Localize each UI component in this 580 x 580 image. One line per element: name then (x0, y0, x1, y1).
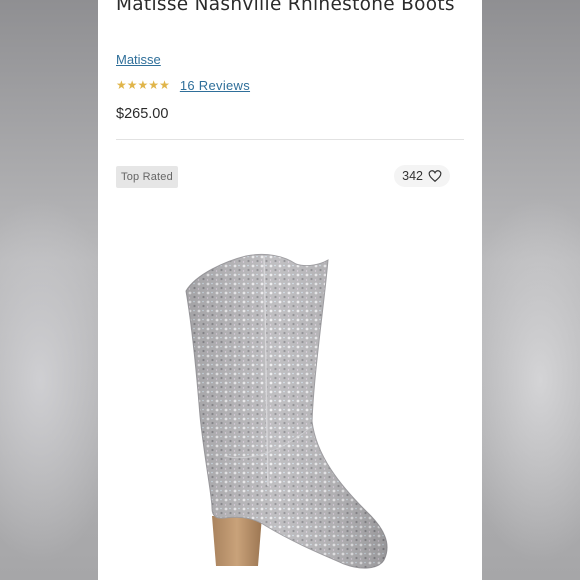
star-icon: ★ (116, 78, 127, 92)
star-icon: ★ (159, 78, 170, 92)
rhinestone-boot-image (185, 253, 388, 569)
brand-link[interactable]: Matisse (116, 52, 161, 67)
star-icon: ★ (137, 78, 149, 92)
reviews-link[interactable]: 16 Reviews (180, 78, 250, 93)
heart-outline-icon (428, 170, 442, 183)
rating-row: ★ ★ ★ ★ ★ 16 Reviews (116, 76, 250, 94)
star-icon: ★ (148, 78, 160, 92)
boot-heel (212, 516, 262, 566)
star-icon: ★ (126, 78, 138, 92)
star-rating: ★ ★ ★ ★ ★ (116, 79, 170, 91)
product-title: Matisse Nashville Rhinestone Boots (116, 0, 455, 15)
like-button[interactable]: 342 (394, 165, 450, 187)
product-price: $265.00 (116, 106, 169, 122)
product-card: Matisse Nashville Rhinestone Boots Matis… (98, 0, 482, 580)
likes-count: 342 (402, 169, 423, 183)
product-image-panel[interactable]: Top Rated 342 (116, 156, 464, 580)
divider (116, 139, 464, 140)
top-rated-badge: Top Rated (116, 166, 178, 188)
